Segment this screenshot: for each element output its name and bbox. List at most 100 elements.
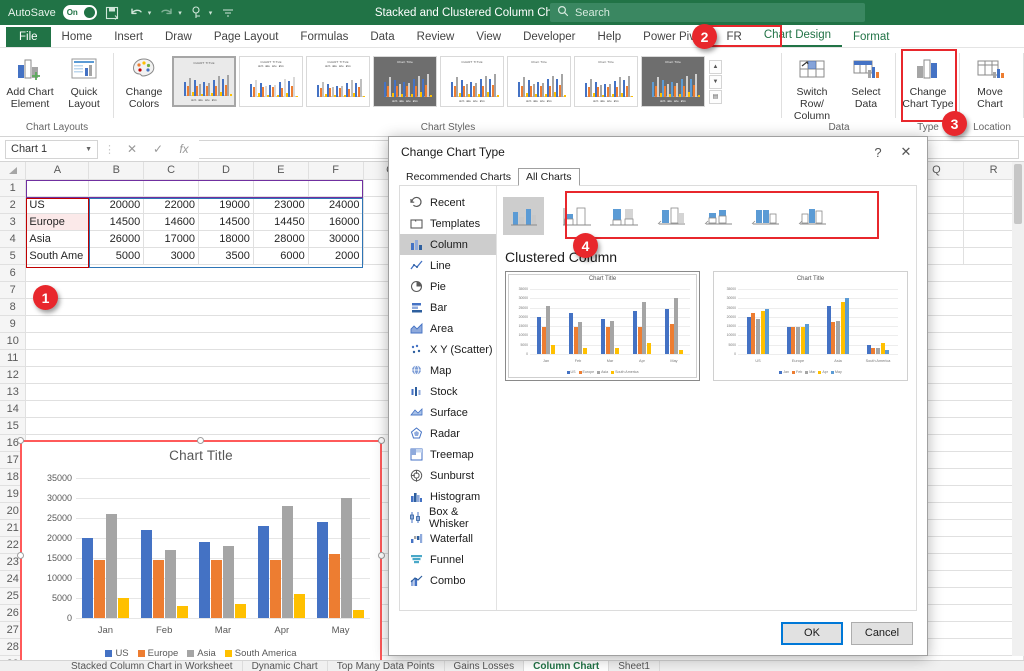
bar-europe-jan[interactable] [94, 560, 105, 618]
change-colors-button[interactable]: Change Colors [118, 51, 170, 113]
subtype-clustered-column[interactable] [503, 197, 544, 235]
category-column[interactable]: Column [400, 234, 496, 255]
category-waterfall[interactable]: Waterfall [400, 528, 496, 549]
cell-c4[interactable]: 17000 [144, 230, 199, 247]
subtype-3d-clustered-column[interactable] [697, 197, 738, 235]
touch-mode-icon[interactable] [189, 4, 206, 21]
bar-asia-mar[interactable] [223, 546, 234, 618]
change-chart-type-dialog[interactable]: Change Chart Type ? ✕ Recommended Charts… [388, 136, 928, 656]
cell-d5[interactable]: 3500 [199, 247, 254, 264]
name-box[interactable]: Chart 1 ▼ [5, 140, 98, 159]
chart-category-list[interactable]: Recent Templates Column Line Pie Bar Are… [400, 186, 497, 610]
bar-group[interactable] [258, 478, 305, 618]
sheet-tab[interactable]: Stacked Column Chart in Worksheet [62, 661, 243, 671]
tab-all-charts[interactable]: All Charts [518, 168, 580, 186]
tab-chart-design[interactable]: Chart Design [753, 26, 842, 47]
category-radar[interactable]: Radar [400, 423, 496, 444]
bar-southamerica-feb[interactable] [177, 606, 188, 618]
cell-a1[interactable]: Region [26, 179, 89, 196]
cell-a3[interactable]: Europe [26, 213, 89, 230]
tab-developer[interactable]: Developer [512, 28, 586, 47]
row-header-5[interactable]: 5 [0, 247, 26, 264]
name-box-dropdown-icon[interactable]: ▼ [85, 146, 92, 153]
category-bar[interactable]: Bar [400, 297, 496, 318]
cell-d4[interactable]: 18000 [199, 230, 254, 247]
bar-us-mar[interactable] [199, 542, 210, 618]
cell-c1[interactable]: Feb [144, 179, 199, 196]
bar-southamerica-mar[interactable] [235, 604, 246, 618]
cell-e5[interactable]: 6000 [253, 247, 308, 264]
tab-data[interactable]: Data [359, 28, 405, 47]
bar-europe-may[interactable] [329, 554, 340, 618]
row-header-4[interactable]: 4 [0, 230, 26, 247]
category-area[interactable]: Area [400, 318, 496, 339]
undo-dropdown-icon[interactable]: ▾ [148, 9, 152, 17]
category-map[interactable]: Map [400, 360, 496, 381]
category-line[interactable]: Line [400, 255, 496, 276]
help-icon[interactable]: ? [865, 140, 891, 164]
customize-qat-icon[interactable] [219, 4, 236, 21]
row-header-3[interactable]: 3 [0, 213, 26, 230]
chart-style-thumb[interactable]: Chart Title ■US■Eu■As■SA [373, 56, 437, 107]
category-funnel[interactable]: Funnel [400, 549, 496, 570]
select-all-corner[interactable] [0, 162, 26, 179]
row-header-6[interactable]: 6 [0, 264, 26, 281]
tab-recommended-charts[interactable]: Recommended Charts [399, 169, 518, 185]
sheet-tab[interactable]: Dynamic Chart [243, 661, 328, 671]
tab-help[interactable]: Help [587, 28, 633, 47]
gallery-scroll[interactable]: ▲ ▼ ▤ [709, 60, 722, 104]
bar-group[interactable] [199, 478, 246, 618]
tab-file[interactable]: File [6, 27, 51, 47]
column-header-d[interactable]: D [199, 162, 254, 179]
column-header-f[interactable]: F [308, 162, 363, 179]
row-header-11[interactable]: 11 [0, 349, 26, 366]
quick-layout-button[interactable]: Quick Layout [58, 51, 110, 113]
bar-us-apr[interactable] [258, 526, 269, 618]
chart-style-thumb[interactable]: CHART TITLE ■US■Eu■As■SA [440, 56, 504, 107]
row-header-14[interactable]: 14 [0, 400, 26, 417]
tab-format[interactable]: Format [842, 28, 900, 47]
cell-b1[interactable]: Jan [89, 179, 144, 196]
autosave-toggle[interactable]: On [63, 5, 97, 20]
chart-title[interactable]: Chart Title [22, 442, 380, 463]
category-histogram[interactable]: Histogram [400, 486, 496, 507]
resize-handle-nw[interactable] [17, 437, 24, 444]
select-data-button[interactable]: Select Data [840, 51, 892, 113]
row-header-13[interactable]: 13 [0, 383, 26, 400]
bar-southamerica-apr[interactable] [294, 594, 305, 618]
cell-f3[interactable]: 16000 [308, 213, 363, 230]
save-icon[interactable] [104, 4, 121, 21]
category-templates[interactable]: Templates [400, 213, 496, 234]
chart-style-thumb[interactable]: CHART TITLE ■US■Eu■As■SA [172, 56, 236, 107]
chart-style-thumb[interactable]: Chart Title ■US■Eu■As■SA [507, 56, 571, 107]
chart-preview-1[interactable]: Chart Title 35000 30000 25000 20000 1500… [505, 271, 700, 381]
category-box-whisker[interactable]: Box & Whisker [400, 507, 496, 528]
cell-b5[interactable]: 5000 [89, 247, 144, 264]
cell-d1[interactable]: Mar [199, 179, 254, 196]
category-sunburst[interactable]: Sunburst [400, 465, 496, 486]
subtype-stacked-column[interactable] [603, 197, 644, 235]
row-header-7[interactable]: 7 [0, 281, 26, 298]
subtype-100-percent-stacked-column[interactable] [650, 197, 691, 235]
redo-dropdown-icon[interactable]: ▾ [178, 9, 182, 17]
row-header-1[interactable]: 1 [0, 179, 26, 196]
chart-legend[interactable]: US Europe Asia South America [22, 648, 380, 659]
chart-style-thumb[interactable]: Chart Title ■US■Eu■As■SA [641, 56, 705, 107]
bar-asia-apr[interactable] [282, 506, 293, 618]
change-chart-type-button[interactable]: Change Chart Type [900, 51, 956, 113]
bar-group[interactable] [82, 478, 129, 618]
column-header-c[interactable]: C [144, 162, 199, 179]
subtype-clustered-column-b[interactable] [556, 197, 597, 235]
close-icon[interactable]: ✕ [893, 140, 919, 164]
cell-b3[interactable]: 14500 [89, 213, 144, 230]
category-treemap[interactable]: Treemap [400, 444, 496, 465]
subtype-3d-stacked-column[interactable] [744, 197, 785, 235]
chart-style-gallery[interactable]: CHART TITLE ■US■Eu■As■SA CHART TITLE■US■… [172, 51, 722, 107]
column-subtype-strip[interactable] [497, 194, 916, 238]
category-combo[interactable]: Combo [400, 570, 496, 591]
sheet-tab[interactable]: Sheet1 [609, 661, 660, 671]
cell-b2[interactable]: 20000 [89, 196, 144, 213]
cell-f1[interactable]: May [308, 179, 363, 196]
cell-f5[interactable]: 2000 [308, 247, 363, 264]
cell-c5[interactable]: 3000 [144, 247, 199, 264]
